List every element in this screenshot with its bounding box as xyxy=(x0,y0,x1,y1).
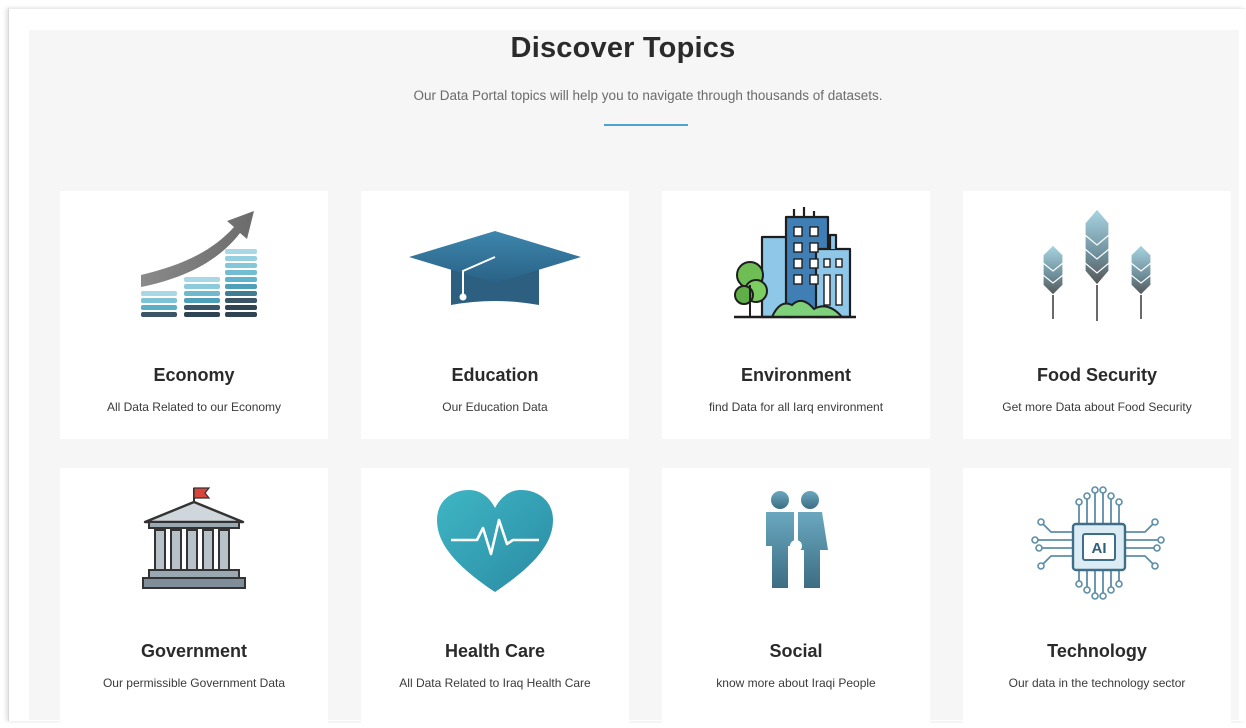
topic-title: Education xyxy=(451,365,539,385)
growth-chart-icon xyxy=(60,205,328,323)
heart-pulse-icon xyxy=(361,484,629,602)
topic-description: know more about Iraqi People xyxy=(716,676,876,690)
title-underline xyxy=(604,124,688,126)
topic-card-education[interactable]: Education Our Education Data xyxy=(361,191,629,439)
wheat-icon xyxy=(963,205,1231,323)
family-icon xyxy=(662,484,930,602)
topic-title: Economy xyxy=(153,365,235,385)
city-buildings-icon xyxy=(662,205,930,323)
page-title: Discover Topics xyxy=(510,32,736,64)
svg-text:AI: AI xyxy=(1092,540,1107,557)
topic-card-economy[interactable]: Economy All Data Related to our Economy xyxy=(60,191,328,439)
page-subtitle: Our Data Portal topics will help you to … xyxy=(413,88,883,103)
topic-description: All Data Related to our Economy xyxy=(106,400,282,414)
topic-title: Technology xyxy=(1047,641,1147,661)
topic-card-government[interactable]: Government Our permissible Government Da… xyxy=(60,468,328,728)
topic-title: Government xyxy=(140,641,248,661)
topic-description: Our Education Data xyxy=(442,400,548,414)
topic-title: Social xyxy=(769,641,823,661)
topic-card-environment[interactable]: Environment find Data for all Iarq envir… xyxy=(662,191,930,439)
topic-title: Environment xyxy=(740,365,851,385)
topic-description: All Data Related to Iraq Health Care xyxy=(399,676,591,690)
government-building-icon xyxy=(60,484,328,602)
topic-card-food-security[interactable]: Food Security Get more Data about Food S… xyxy=(963,191,1231,439)
ai-chip-icon: AI xyxy=(963,484,1231,602)
topic-card-social[interactable]: Social know more about Iraqi People xyxy=(662,468,930,728)
topic-title: Food Security xyxy=(1036,365,1157,385)
topic-description: Get more Data about Food Security xyxy=(1002,400,1192,414)
topic-card-technology[interactable]: AI Technology Our data in the technology… xyxy=(963,468,1231,728)
topic-title: Health Care xyxy=(444,641,546,661)
topic-description: Our data in the technology sector xyxy=(1008,676,1186,690)
topic-description: find Data for all Iarq environment xyxy=(708,400,884,414)
graduation-cap-icon xyxy=(361,205,629,323)
topic-card-health-care[interactable]: Health Care All Data Related to Iraq Hea… xyxy=(361,468,629,728)
topic-description: Our permissible Government Data xyxy=(102,676,286,690)
